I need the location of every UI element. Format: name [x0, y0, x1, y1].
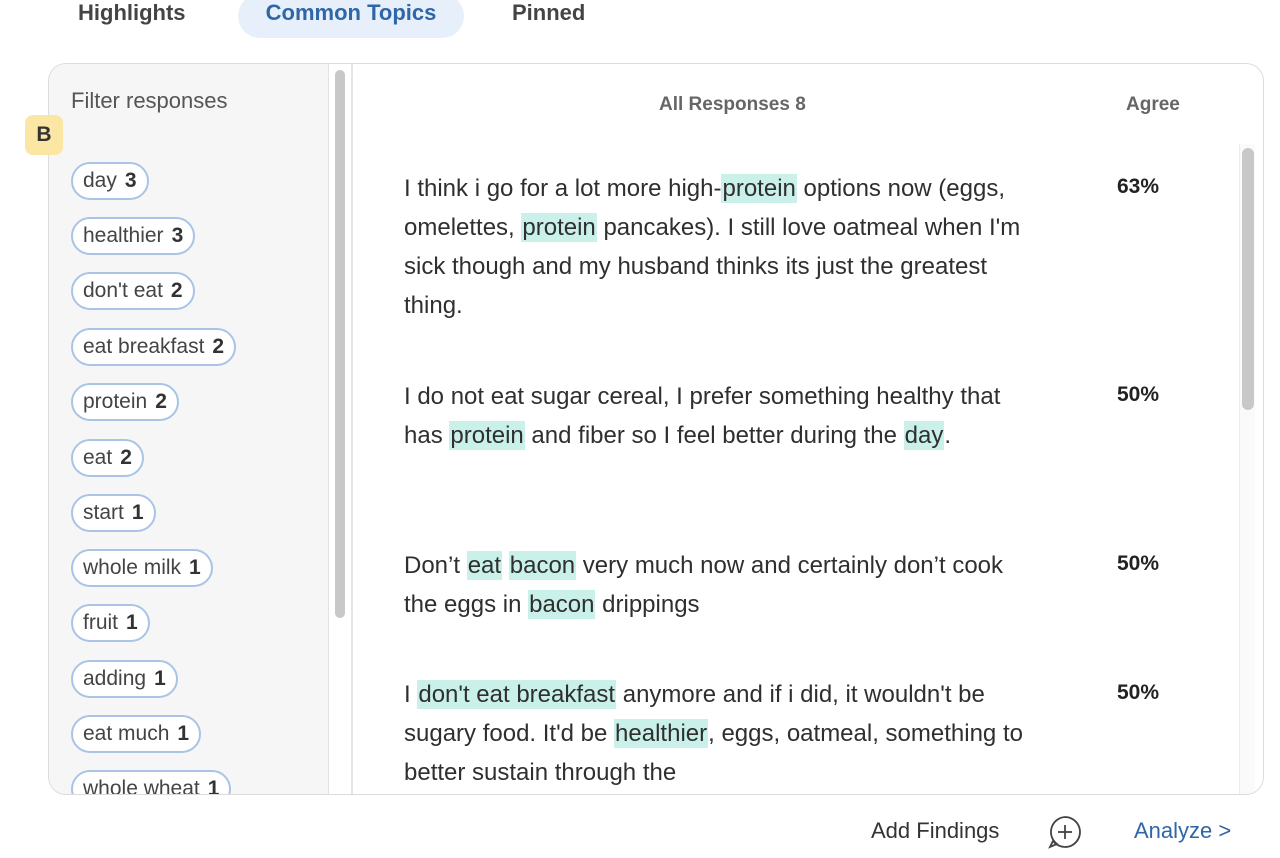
- topic-chip-eat-much[interactable]: eat much 1: [71, 715, 202, 753]
- tab-common-topics[interactable]: Common Topics: [238, 0, 464, 38]
- chip-count: 1: [154, 667, 166, 690]
- tab-highlights[interactable]: Highlights: [54, 0, 210, 38]
- highlight-healthier: healthier: [614, 719, 709, 748]
- highlight-eat: eat: [466, 551, 503, 580]
- chip-count: 2: [170, 279, 183, 302]
- agree-percent: 50%: [1117, 681, 1160, 704]
- chip-label: start: [83, 501, 124, 524]
- highlight-bacon: bacon: [528, 590, 596, 619]
- chip-label: eat much: [83, 722, 170, 745]
- chip-label: whole wheat: [83, 777, 200, 794]
- topic-chip-whole-wheat[interactable]: whole wheat 1: [71, 770, 232, 794]
- chip-count: 1: [207, 777, 220, 794]
- filter-sidebar: Filter responses day 3 healthier 3 don't e…: [49, 64, 329, 794]
- chip-count: 1: [177, 722, 190, 745]
- analyze-button[interactable]: Analyze >: [1134, 818, 1231, 844]
- agree-percent: 63%: [1117, 175, 1160, 198]
- chip-label: protein: [83, 390, 148, 413]
- chip-count: 2: [212, 335, 225, 358]
- tab-bar: Highlights Common Topics Pinned: [0, 0, 1280, 40]
- chip-count: 2: [155, 390, 167, 413]
- sidebar-scrollbar[interactable]: [335, 70, 345, 618]
- topic-chip-dont-eat[interactable]: don't eat 2: [71, 272, 195, 310]
- agree-percent: 50%: [1117, 552, 1160, 575]
- chip-count: 2: [120, 446, 132, 469]
- topic-chip-eat[interactable]: eat 2: [71, 439, 144, 477]
- topic-chip-day[interactable]: day 3: [71, 162, 149, 200]
- response-item: I do not eat sugar cereal, I prefer some…: [404, 383, 1001, 450]
- chip-label: eat: [83, 446, 113, 469]
- agree-percent: 50%: [1117, 383, 1160, 406]
- agree-header[interactable]: Agree: [1126, 94, 1180, 116]
- highlight-protein: protein: [521, 213, 597, 242]
- chip-label: healthier: [83, 224, 164, 247]
- chip-count: 3: [124, 169, 137, 192]
- chip-label: day: [83, 169, 117, 192]
- chip-count: 1: [131, 501, 144, 524]
- add-findings-button[interactable]: Add Findings: [871, 818, 999, 844]
- topic-chip-eat-breakfast[interactable]: eat breakfast 2: [71, 328, 237, 366]
- response-item: I think i go for a lot more high-protein…: [404, 174, 1021, 319]
- chip-label: adding: [83, 667, 147, 690]
- response-item: Don’t eat bacon very much now and certai…: [404, 551, 1004, 619]
- highlight-dont-eat-breakfast: don't eat breakfast: [417, 680, 617, 709]
- highlight-protein: protein: [721, 174, 797, 203]
- responses-scrollbar-thumb[interactable]: [1242, 148, 1254, 410]
- responses-card: Filter responses day 3 healthier 3 don't e…: [48, 63, 1264, 795]
- chip-label: don't eat: [83, 279, 163, 302]
- add-finding-plus-icon[interactable]: [1047, 814, 1083, 850]
- topic-chip-fruit[interactable]: fruit 1: [71, 604, 150, 642]
- marker-badge: B: [25, 115, 63, 155]
- topic-chip-protein[interactable]: protein 2: [71, 383, 179, 421]
- chip-count: 3: [171, 224, 184, 247]
- tab-pinned[interactable]: Pinned: [488, 0, 609, 38]
- highlight-bacon: bacon: [508, 551, 577, 580]
- filter-title: Filter responses: [71, 88, 228, 113]
- chip-label: fruit: [83, 611, 119, 634]
- topic-chip-whole-milk[interactable]: whole milk 1: [71, 549, 213, 587]
- chip-count: 1: [126, 611, 138, 634]
- response-item: I don't eat breakfast anymore and if i d…: [404, 680, 1023, 786]
- all-responses-header[interactable]: All Responses 8: [659, 94, 806, 116]
- topic-chip-adding[interactable]: adding 1: [71, 660, 178, 698]
- column-divider: [351, 64, 353, 794]
- topic-chip-healthier[interactable]: healthier 3: [71, 217, 196, 255]
- topic-chip-start[interactable]: start 1: [71, 494, 156, 532]
- chip-label: eat breakfast: [83, 335, 205, 358]
- highlight-protein: protein: [449, 421, 525, 450]
- chip-label: whole milk: [83, 556, 182, 579]
- chip-count: 1: [189, 556, 201, 579]
- highlight-day: day: [903, 421, 945, 450]
